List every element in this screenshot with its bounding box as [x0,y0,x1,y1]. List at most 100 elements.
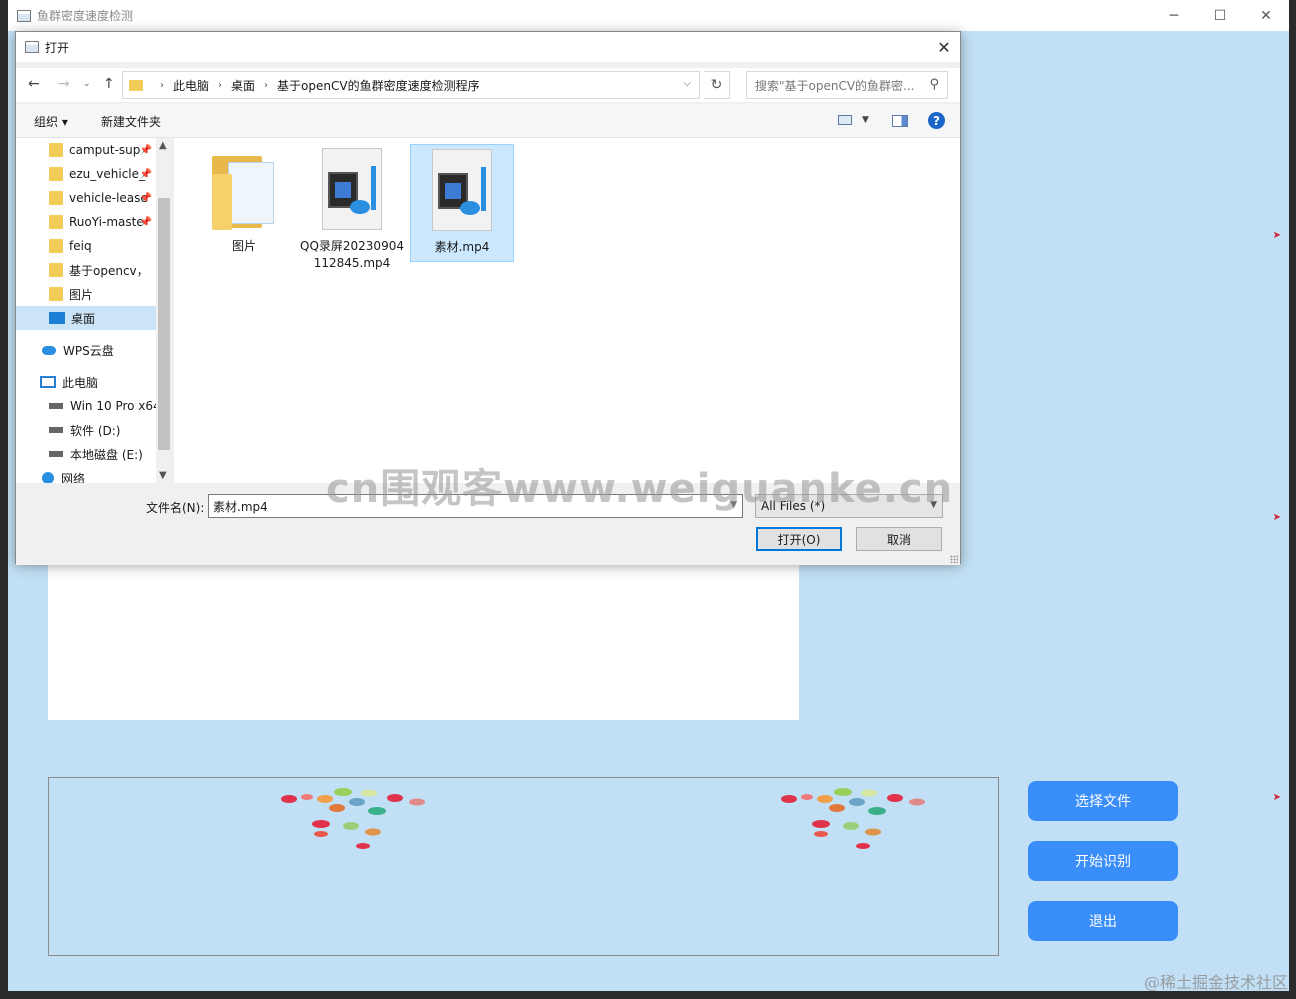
scrollbar-thumb[interactable] [158,198,170,450]
nav-item-feiq[interactable]: feiq [16,234,156,258]
search-icon[interactable]: ⚲ [929,77,939,92]
folder-icon [49,191,63,205]
folder-icon [49,215,63,229]
fish-school-icon [281,788,425,849]
organize-menu[interactable]: 组织 ▾ [34,113,68,130]
nav-item-quick-access[interactable]: camput-sup 📌 [16,138,156,162]
resize-grip-icon[interactable] [950,555,958,563]
cloud-icon [42,345,56,355]
nav-item-quick-access[interactable]: vehicle-lease 📌 [16,186,156,210]
nav-item-network[interactable]: 网络 [16,466,156,483]
cancel-button[interactable]: 取消 [856,527,942,551]
desktop-icon [49,312,65,324]
fish-preview-panel [48,777,999,956]
drive-icon [49,403,63,409]
forward-arrow-icon[interactable]: → [58,76,70,92]
start-recognition-button[interactable]: 开始识别 [1028,841,1178,881]
nav-item-label: WPS云盘 [63,343,114,358]
view-mode-icon[interactable] [838,115,852,125]
nav-item-label: ezu_vehicle_ [69,167,146,181]
nav-item-pictures[interactable]: 图片 [16,282,156,306]
nav-item-label: RuoYi-maste [69,215,144,229]
file-list: 图片 QQ录屏20230904112845.mp4 素材.mp4 [174,138,960,483]
folder-icon [129,79,143,91]
file-item-video[interactable]: QQ录屏20230904112845.mp4 [300,144,404,272]
video-file-icon [318,148,386,232]
dialog-icon [25,41,39,53]
computer-icon [40,376,56,388]
fish-fragment-icon: ➤ [1272,792,1281,803]
recent-locations-dropdown-icon[interactable]: ⌄ [83,79,91,89]
nav-item-drive-c[interactable]: Win 10 Pro x64 [16,394,156,418]
chevron-down-icon[interactable]: ⌵ [683,78,691,89]
nav-item-label: 此电脑 [62,375,99,390]
app-titlebar: 鱼群密度速度检测 ─ ☐ ✕ [8,0,1289,31]
up-arrow-icon[interactable]: ↑ [103,76,115,92]
folder-icon [212,152,276,232]
folder-icon [49,287,63,301]
pin-icon: 📌 [139,168,152,180]
nav-item-wps-cloud[interactable]: WPS云盘 [16,338,156,362]
nav-scrollbar[interactable]: ▲ ▼ [156,138,173,483]
help-icon[interactable]: ? [928,112,945,129]
nav-item-drive-d[interactable]: 软件 (D:) [16,418,156,442]
folder-icon [49,143,63,157]
drive-icon [49,451,63,457]
address-bar[interactable]: › 此电脑 › 桌面 › 基于openCV的鱼群密度速度检测程序 ⌵ [122,71,700,99]
fish-school-image-right [781,788,925,849]
breadcrumb-desktop[interactable]: 桌面 [231,77,255,94]
nav-item-quick-access[interactable]: ezu_vehicle_ 📌 [16,162,156,186]
folder-icon [49,239,63,253]
refresh-icon[interactable]: ↻ [704,71,730,99]
view-dropdown-icon[interactable]: ▼ [862,115,869,125]
nav-item-label: camput-sup [69,143,141,157]
navigation-pane: camput-sup 📌 ezu_vehicle_ 📌 vehicle-lease 📌… [16,138,173,483]
pin-icon: 📌 [139,144,152,156]
pin-icon: 📌 [139,216,152,228]
maximize-button[interactable]: ☐ [1197,0,1243,31]
breadcrumb-separator: › [264,79,269,91]
breadcrumb-separator: › [218,79,223,91]
nav-item-opencv[interactable]: 基于opencv， [16,258,156,282]
nav-item-label: 图片 [69,287,94,302]
close-button[interactable]: ✕ [1243,0,1289,31]
app-icon [17,9,31,22]
scroll-up-icon[interactable]: ▲ [159,140,167,151]
pin-icon: 📌 [139,192,152,204]
new-folder-button[interactable]: 新建文件夹 [101,113,161,130]
folder-icon [49,263,63,277]
network-icon [42,472,54,483]
folder-icon [49,167,63,181]
breadcrumb-separator: › [160,79,164,91]
minimize-button[interactable]: ─ [1151,0,1197,31]
dialog-close-button[interactable]: ✕ [928,32,960,62]
file-name: QQ录屏20230904112845.mp4 [300,239,404,270]
file-item-folder[interactable]: 图片 [192,144,296,255]
nav-item-this-pc[interactable]: 此电脑 [16,370,156,394]
file-item-video-selected[interactable]: 素材.mp4 [410,144,514,262]
file-name: 素材.mp4 [434,240,490,254]
back-arrow-icon[interactable]: ← [28,76,40,92]
nav-item-drive-e[interactable]: 本地磁盘 (E:) [16,442,156,466]
nav-item-label: feiq [69,239,92,253]
fish-fragment-icon: ➤ [1272,512,1281,523]
scroll-down-icon[interactable]: ▼ [159,470,167,481]
select-file-button[interactable]: 选择文件 [1028,781,1178,821]
video-file-icon [428,149,496,233]
nav-item-quick-access[interactable]: RuoYi-maste 📌 [16,210,156,234]
nav-item-label: vehicle-lease [69,191,148,205]
nav-item-desktop[interactable]: 桌面 [16,306,156,330]
nav-item-label: 网络 [61,471,86,484]
preview-pane-icon[interactable] [892,115,908,127]
app-title: 鱼群密度速度检测 [37,9,134,23]
exit-button[interactable]: 退出 [1028,901,1178,941]
nav-item-label: 基于opencv， [69,263,149,278]
credit-watermark: @稀土掘金技术社区 [1143,973,1288,992]
breadcrumb-project-folder[interactable]: 基于openCV的鱼群密度速度检测程序 [277,77,480,94]
dialog-toolbar: 组织 ▾ 新建文件夹 ▼ ? [16,104,960,138]
search-input[interactable]: 搜索"基于openCV的鱼群密... ⚲ [746,71,948,99]
open-button[interactable]: 打开(O) [756,527,842,551]
dialog-titlebar: 打开 ✕ [16,32,960,62]
breadcrumb-this-pc[interactable]: 此电脑 [173,77,209,94]
watermark: cn围观客www.weiguanke.cn [326,466,954,512]
